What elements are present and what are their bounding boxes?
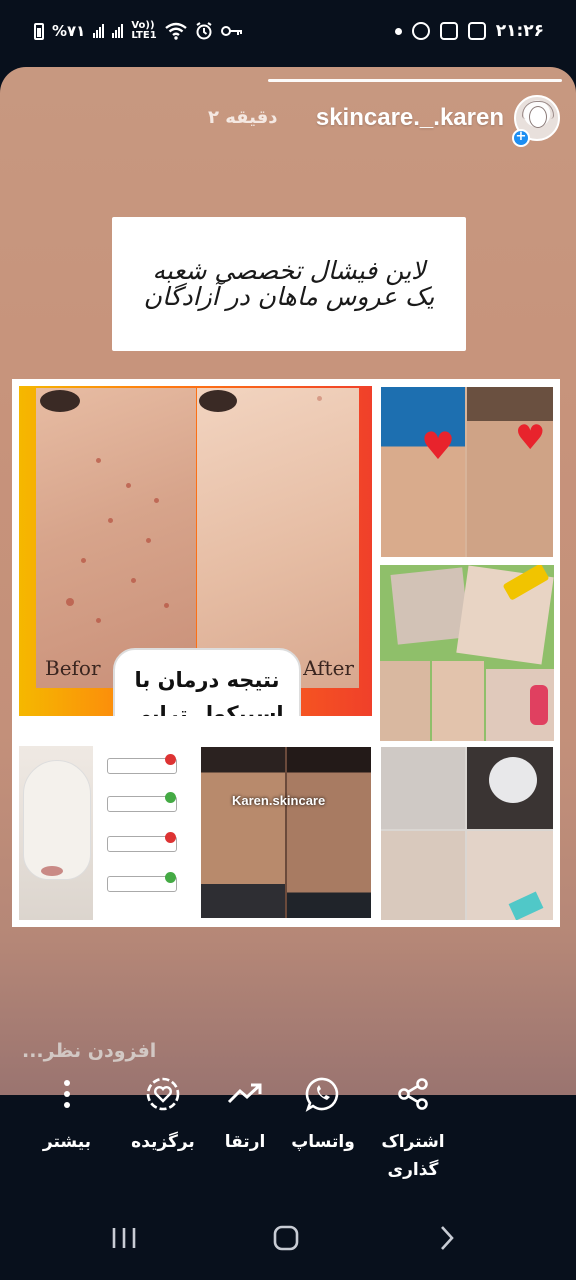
gallery-icon	[467, 22, 486, 40]
app-notification-icon	[411, 22, 430, 40]
clock: ۲۱:۲۶	[495, 21, 544, 41]
share-icon	[398, 1078, 428, 1110]
story-image-collage: Befor After نتیجه درمان با اسپیکول تراپی…	[12, 379, 560, 927]
network-label: Vo)) LTE1	[131, 20, 157, 41]
story-profile[interactable]: skincare._.karen +	[316, 95, 560, 147]
share-label: اشتراک گذاری	[381, 1132, 445, 1180]
watermark: Karen.skincare	[232, 793, 326, 808]
avatar[interactable]: +	[512, 95, 560, 147]
after-face-image	[197, 388, 359, 688]
home-icon[interactable]	[272, 1224, 300, 1252]
before-label: Befor	[45, 656, 101, 680]
whatsapp-label: واتساپ	[291, 1132, 355, 1152]
check-icon	[165, 872, 176, 883]
instagram-icon	[439, 22, 458, 40]
battery-icon	[34, 22, 44, 40]
system-nav-bar	[0, 1200, 576, 1280]
story-action-bar: اشتراک گذاری واتساپ ارتقا برگزیده بیشتر	[0, 1068, 576, 1196]
story-time: ۲ دقیقه	[208, 107, 278, 128]
wifi-icon	[165, 22, 188, 40]
highlight-label: برگزیده	[131, 1132, 195, 1152]
heart-icon: ♥	[515, 418, 546, 458]
check-icon	[165, 792, 176, 803]
heart-icon: ♥	[421, 424, 456, 468]
story-progress-bar	[268, 79, 562, 82]
boost-button[interactable]: ارتقا	[200, 1068, 290, 1156]
share-button[interactable]: اشتراک گذاری	[368, 1068, 458, 1184]
more-label: بیشتر	[42, 1132, 92, 1152]
highlight-button[interactable]: برگزیده	[118, 1068, 208, 1156]
back-icon[interactable]	[436, 1224, 458, 1252]
alarm-icon	[196, 22, 212, 40]
x-icon	[165, 754, 176, 765]
recent-apps-icon[interactable]	[110, 1224, 138, 1252]
notification-dot-icon	[394, 27, 402, 35]
signal-icon	[93, 24, 105, 38]
story-title-text: لاین فیشال تخصصی شعبه یک عروس ماهان در آ…	[143, 256, 435, 311]
before-after-photo: Befor After نتیجه درمان با اسپیکول تراپی	[19, 386, 372, 716]
status-right: ۲۱:۲۶	[394, 21, 544, 41]
treatment-collage-photo	[380, 565, 554, 741]
before-face-image	[36, 388, 196, 688]
status-left: %۷۱ Vo)) LTE1	[34, 21, 243, 41]
favorite-heart-icon	[146, 1077, 180, 1111]
screen: %۷۱ Vo)) LTE1 ۲۱:۲۶ ۲ دقیقه skincare._.k…	[0, 0, 576, 1280]
whatsapp-icon	[305, 1077, 339, 1112]
story-viewer[interactable]: ۲ دقیقه skincare._.karen + لاین فیشال تخ…	[0, 67, 576, 1095]
follow-plus-icon[interactable]: +	[512, 129, 530, 147]
before-after-faces-photo	[201, 747, 371, 918]
after-label: After	[303, 656, 354, 680]
story-username[interactable]: skincare._.karen	[316, 104, 504, 132]
trending-up-icon	[227, 1083, 262, 1104]
top-right-photo: ♥ ♥	[381, 387, 553, 557]
battery-percent: %۷۱	[52, 22, 86, 40]
more-vertical-icon	[64, 1080, 70, 1108]
procedure-photo-grid	[381, 747, 553, 920]
whatsapp-button[interactable]: واتساپ	[278, 1068, 368, 1156]
boost-label: ارتقا	[224, 1132, 266, 1152]
comment-input[interactable]: افزودن نظر...	[22, 1040, 156, 1062]
story-title-box: لاین فیشال تخصصی شعبه یک عروس ماهان در آ…	[112, 217, 466, 351]
key-icon	[221, 26, 243, 36]
more-button[interactable]: بیشتر	[22, 1068, 112, 1156]
x-icon	[165, 832, 176, 843]
status-bar: %۷۱ Vo)) LTE1 ۲۱:۲۶	[0, 0, 576, 64]
result-caption: نتیجه درمان با اسپیکول تراپی	[113, 648, 301, 716]
signal-icon-2	[112, 24, 124, 38]
result-line-2: اسپیکول تراپی	[130, 702, 284, 716]
mask-infographic-photo	[19, 746, 199, 920]
result-line-1: نتیجه درمان با	[134, 668, 280, 692]
